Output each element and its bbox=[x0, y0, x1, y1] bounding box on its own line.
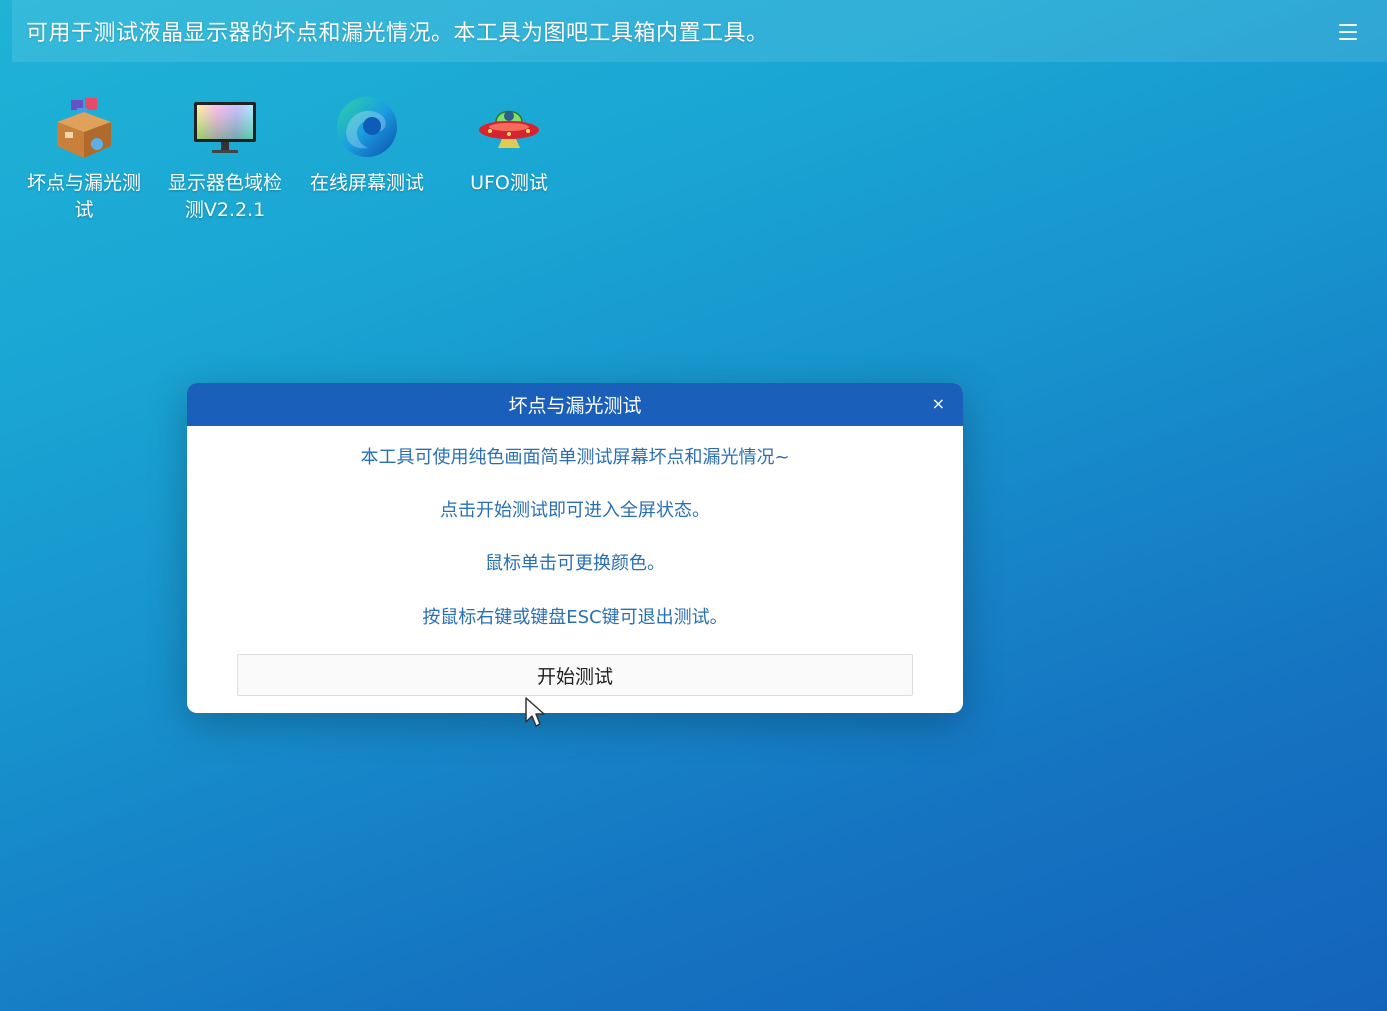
start-test-button[interactable]: 开始测试 bbox=[237, 654, 913, 696]
desktop-icon-ufo-test[interactable]: UFO测试 bbox=[443, 92, 575, 197]
top-info-text: 可用于测试液晶显示器的坏点和漏光情况。本工具为图吧工具箱内置工具。 bbox=[26, 21, 769, 46]
ufo-icon bbox=[479, 110, 539, 148]
icon-label: 在线屏幕测试 bbox=[309, 172, 424, 194]
desktop-icon-bad-pixel-test[interactable]: 坏点与漏光测试 bbox=[18, 92, 150, 224]
toolbox-icon bbox=[57, 98, 111, 158]
icon-label: 显示器色域检测V2.2.1 bbox=[167, 172, 282, 221]
dialog-title: 坏点与漏光测试 bbox=[508, 395, 642, 417]
dialog-line-exit-hint: 按鼠标右键或键盘ESC键可退出测试。 bbox=[422, 607, 728, 628]
icon-label: UFO测试 bbox=[470, 172, 548, 194]
edge-browser-icon bbox=[337, 97, 397, 157]
top-info-bar: 可用于测试液晶显示器的坏点和漏光情况。本工具为图吧工具箱内置工具。 bbox=[12, 0, 1387, 62]
icon-label: 坏点与漏光测试 bbox=[26, 172, 141, 221]
dialog-line-intro: 本工具可使用纯色画面简单测试屏幕坏点和漏光情况~ bbox=[360, 447, 790, 468]
color-monitor-icon bbox=[194, 102, 256, 153]
dialog-line-start-hint: 点击开始测试即可进入全屏状态。 bbox=[440, 500, 710, 521]
mouse-cursor-icon bbox=[525, 697, 545, 727]
desktop-icon-gamut-test[interactable]: 显示器色域检测V2.2.1 bbox=[159, 92, 291, 224]
dialog-line-click-hint: 鼠标单击可更换颜色。 bbox=[485, 553, 665, 574]
dialog-header: 坏点与漏光测试 × bbox=[187, 383, 963, 426]
desktop-icon-online-screen-test[interactable]: 在线屏幕测试 bbox=[301, 92, 433, 197]
hamburger-menu-icon[interactable] bbox=[1339, 19, 1357, 41]
close-icon[interactable]: × bbox=[932, 394, 945, 413]
bad-pixel-test-dialog: 坏点与漏光测试 × 本工具可使用纯色画面简单测试屏幕坏点和漏光情况~ 点击开始测… bbox=[187, 383, 963, 713]
